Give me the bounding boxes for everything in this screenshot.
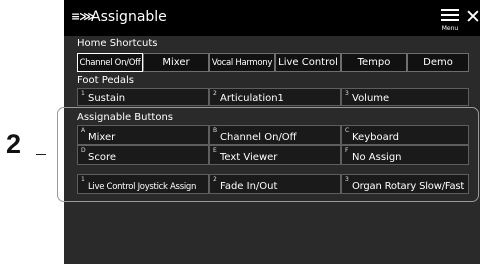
- foot-pedals-label: Foot Pedals: [77, 75, 135, 86]
- shortcut-mixer[interactable]: Mixer: [143, 53, 209, 72]
- pedal-index: 3: [345, 90, 349, 97]
- callout-number: 2: [6, 129, 22, 159]
- menu-label: Menu: [441, 25, 459, 32]
- menu-button[interactable]: Menu: [437, 6, 463, 34]
- pedal-label: Articulation1: [220, 93, 284, 104]
- shortcut-channel-on-off[interactable]: Channel On/Off: [77, 53, 143, 72]
- shortcut-tempo[interactable]: Tempo: [341, 53, 407, 72]
- shortcut-demo[interactable]: Demo: [407, 53, 469, 72]
- home-shortcuts-label: Home Shortcuts: [77, 38, 158, 49]
- pedal-index: 1: [81, 90, 85, 97]
- pedal-label: Sustain: [88, 93, 126, 104]
- shortcut-vocal-harmony[interactable]: Vocal Harmony: [209, 53, 275, 72]
- hamburger-icon: [441, 9, 459, 11]
- foot-pedal-2[interactable]: 2 Articulation1: [209, 88, 341, 106]
- foot-pedal-3[interactable]: 3 Volume: [341, 88, 469, 106]
- callout-leader-line: [36, 154, 46, 155]
- foot-pedal-1[interactable]: 1 Sustain: [77, 88, 209, 106]
- hamburger-icon: [441, 19, 459, 21]
- pedal-index: 2: [213, 90, 217, 97]
- close-button[interactable]: ✕: [462, 6, 480, 28]
- hamburger-icon: [441, 14, 459, 16]
- title-bar: ≡⋙ Assignable Menu ✕: [64, 0, 480, 36]
- assignable-buttons-highlight: [57, 107, 479, 202]
- window-title: Assignable: [91, 9, 167, 25]
- shortcut-live-control[interactable]: Live Control: [275, 53, 341, 72]
- pedal-label: Volume: [352, 93, 390, 104]
